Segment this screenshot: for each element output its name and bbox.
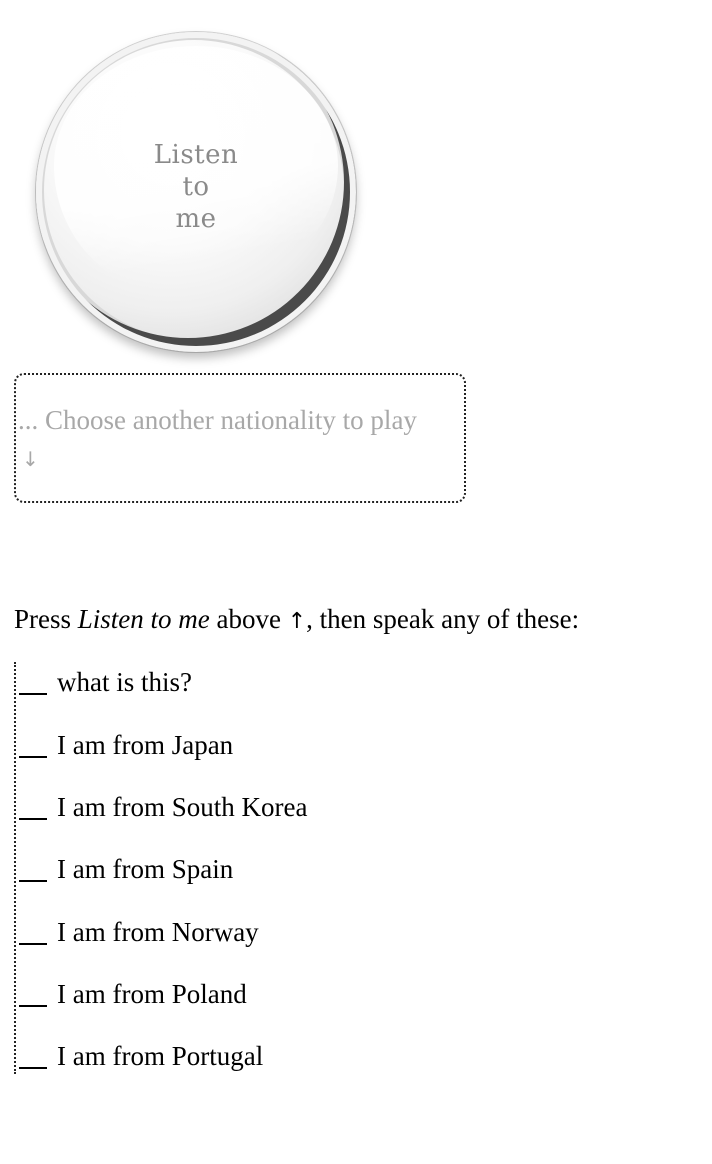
nationality-selector[interactable]: ... Choose another nationality to play ↓ bbox=[14, 373, 466, 503]
phrase-blank bbox=[19, 1041, 47, 1069]
instructions-suffix: , then speak any of these: bbox=[306, 604, 580, 634]
list-item: I am from South Korea bbox=[16, 787, 307, 827]
listen-label-line-3: me bbox=[175, 204, 217, 234]
listen-label-line-2: to bbox=[182, 172, 210, 202]
phrase-text: I am from South Korea bbox=[57, 792, 308, 822]
instructions-prefix: Press bbox=[14, 604, 78, 634]
phrase-text: I am from Poland bbox=[57, 979, 247, 1009]
instructions-middle: above bbox=[209, 604, 288, 634]
instructions-emphasis: Listen to me bbox=[77, 604, 210, 634]
phrase-text: I am from Spain bbox=[57, 854, 234, 884]
listen-to-me-button[interactable]: Listen to me bbox=[36, 32, 356, 352]
list-item: what is this? bbox=[16, 662, 192, 702]
listen-button-wrapper: Listen to me bbox=[30, 28, 362, 360]
phrase-blank bbox=[19, 667, 47, 695]
phrase-blank bbox=[19, 854, 47, 882]
phrase-blank bbox=[19, 792, 47, 820]
list-item: I am from Portugal bbox=[16, 1036, 263, 1076]
phrase-blank bbox=[19, 917, 47, 945]
phrase-text: I am from Portugal bbox=[57, 1041, 264, 1071]
instructions-text: Press Listen to me above ↑, then speak a… bbox=[14, 602, 579, 639]
phrase-blank bbox=[19, 979, 47, 1007]
phrase-text: I am from Japan bbox=[57, 730, 234, 760]
listen-button-label: Listen to me bbox=[136, 139, 256, 235]
listen-label-line-1: Listen bbox=[153, 140, 239, 170]
arrow-down-icon: ↓ bbox=[22, 447, 39, 471]
nationality-prompt: ... Choose another nationality to play bbox=[18, 405, 417, 435]
phrase-text: I am from Norway bbox=[57, 917, 259, 947]
list-item: I am from Spain bbox=[16, 849, 233, 889]
list-item: I am from Norway bbox=[16, 912, 259, 952]
phrase-list: what is this? I am from Japan I am from … bbox=[14, 662, 414, 1074]
phrase-text: what is this? bbox=[57, 667, 192, 697]
phrase-blank bbox=[19, 730, 47, 758]
arrow-up-icon: ↑ bbox=[287, 609, 307, 634]
list-item: I am from Poland bbox=[16, 974, 247, 1014]
list-item: I am from Japan bbox=[16, 725, 233, 765]
